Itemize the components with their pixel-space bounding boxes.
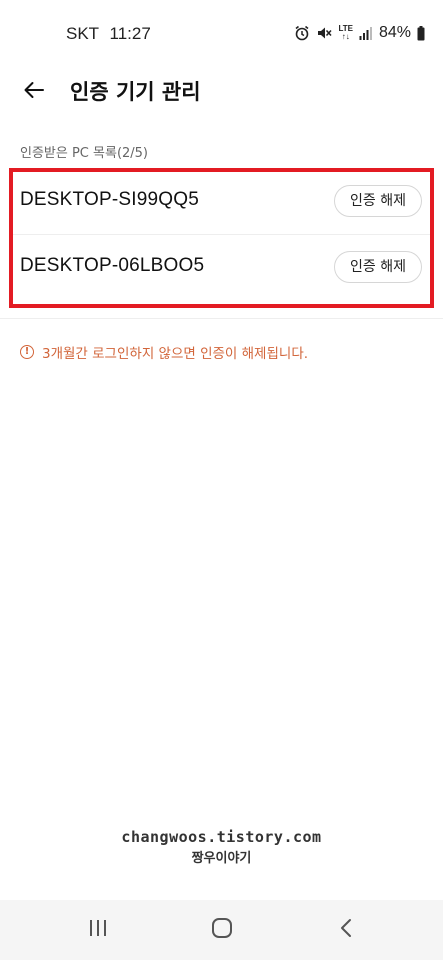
chevron-left-icon (339, 917, 353, 943)
status-right: LTE ↑↓ 84% (294, 22, 425, 44)
mute-icon (316, 25, 333, 41)
lte-arrows: ↑↓ (341, 32, 350, 41)
page-title: 인증 기기 관리 (70, 80, 201, 104)
recent-apps-icon (87, 918, 109, 942)
home-icon (210, 916, 234, 944)
device-row: DESKTOP-SI99QQ5 인증 해제 (12, 169, 432, 235)
home-button[interactable] (182, 900, 262, 960)
status-bar: SKT 11:27 LTE ↑↓ 84% (0, 0, 443, 66)
recent-apps-button[interactable] (58, 900, 138, 960)
app-header: 인증 기기 관리 (0, 66, 443, 116)
watermark: changwoos.tistory.com 짱우이야기 (0, 828, 443, 866)
phone-screen: SKT 11:27 LTE ↑↓ 84% 인증 기기 관리 인증받은 PC 목록… (0, 0, 443, 960)
nav-back-button[interactable] (306, 900, 386, 960)
notice-text: 3개월간 로그인하지 않으면 인증이 해제됩니다. (42, 346, 309, 362)
battery-percent: 84% (378, 24, 411, 41)
back-button[interactable] (16, 74, 52, 110)
alert-circle-icon: ! (20, 345, 34, 359)
arrow-left-icon (22, 78, 46, 106)
device-name: DESKTOP-06LBOO5 (20, 255, 205, 276)
notice: ! 3개월간 로그인하지 않으면 인증이 해제됩니다. (20, 342, 308, 362)
device-list-label: 인증받은 PC 목록(2/5) (20, 146, 149, 161)
device-name: DESKTOP-SI99QQ5 (20, 189, 199, 210)
device-list: DESKTOP-SI99QQ5 인증 해제 DESKTOP-06LBOO5 인증… (12, 169, 432, 301)
device-row: DESKTOP-06LBOO5 인증 해제 (12, 235, 432, 301)
battery-icon (417, 25, 425, 41)
alarm-icon (294, 25, 310, 41)
carrier-label: SKT (66, 24, 99, 43)
lte-indicator: LTE ↑↓ (338, 25, 353, 41)
section-divider (0, 318, 443, 319)
navigation-bar (0, 900, 443, 960)
signal-icon (359, 26, 373, 40)
revoke-button[interactable]: 인증 해제 (334, 251, 422, 283)
watermark-url: changwoos.tistory.com (121, 828, 322, 846)
watermark-name: 짱우이야기 (191, 851, 252, 866)
revoke-button[interactable]: 인증 해제 (334, 185, 422, 217)
status-left: SKT 11:27 (66, 24, 151, 44)
clock: 11:27 (109, 24, 151, 43)
